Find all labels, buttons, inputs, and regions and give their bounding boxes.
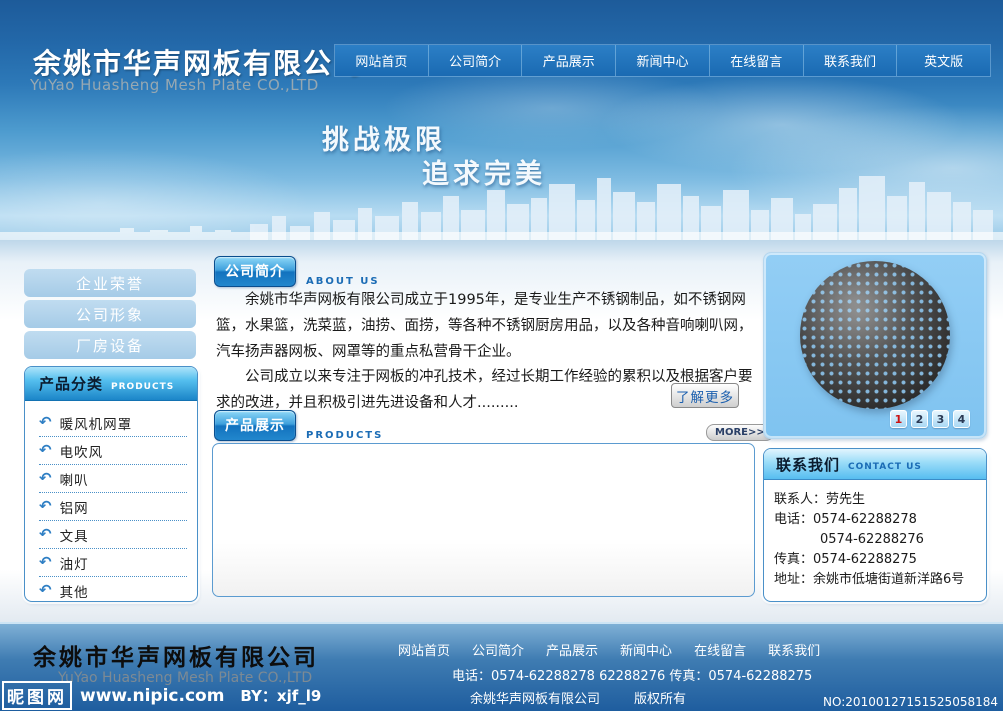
intro-paragraph-1: 余姚市华声网板有限公司成立于1995年，是专业生产不锈钢制品，如不锈钢网篮，水果…: [216, 288, 758, 365]
category-item-hair-dryer[interactable]: ↶ 电吹风: [39, 437, 187, 465]
category-label: 铝网: [60, 497, 89, 517]
contact-details: 联系人：劳先生 电话：0574-62288278 0574-62288276 传…: [764, 480, 986, 590]
nav-item-about[interactable]: 公司简介: [429, 45, 523, 76]
page-button-4[interactable]: 4: [953, 410, 970, 428]
watermark-site-name: 昵图网: [2, 681, 72, 710]
sidebar-item-honors[interactable]: 企业荣誉: [24, 269, 196, 297]
curved-arrow-icon: ↶: [39, 583, 52, 598]
curved-arrow-icon: ↶: [39, 443, 52, 458]
contact-address: 地址：余姚市低塘街道新洋路6号: [774, 570, 978, 590]
contact-phone-2: 0574-62288276: [774, 530, 978, 550]
contact-subtitle: CONTACT US: [848, 462, 922, 472]
watermark-url: www.nipic.com: [80, 686, 224, 706]
category-item-speaker[interactable]: ↶ 喇叭: [39, 465, 187, 493]
nav-item-contact[interactable]: 联系我们: [804, 45, 898, 76]
watermark-serial-number: NO:20100127151525058184: [823, 695, 998, 709]
footer-copyright-name: 余姚华声网板有限公司: [470, 692, 600, 707]
about-title-button[interactable]: 公司简介: [214, 256, 296, 287]
page-button-3[interactable]: 3: [932, 410, 949, 428]
main-content: 企业荣誉 公司形象 厂房设备 产品分类 PRODUCTS ↶ 暖风机网罩 ↶ 电…: [0, 240, 1003, 622]
sidebar-item-factory-equipment[interactable]: 厂房设备: [24, 331, 196, 359]
footer-nav-news[interactable]: 新闻中心: [620, 640, 672, 659]
contact-fax: 传真：0574-62288275: [774, 550, 978, 570]
category-item-aluminum-mesh[interactable]: ↶ 铝网: [39, 493, 187, 521]
contact-title: 联系我们: [776, 454, 840, 475]
product-image-slider: 1 2 3 4: [763, 252, 987, 439]
curved-arrow-icon: ↶: [39, 471, 52, 486]
nav-item-products[interactable]: 产品展示: [522, 45, 616, 76]
watermark-author: BY：xjf_l9: [240, 685, 321, 706]
curved-arrow-icon: ↶: [39, 499, 52, 514]
contact-phone-1: 电话：0574-62288278: [774, 510, 978, 530]
panel-title: 产品分类: [39, 373, 103, 394]
curved-arrow-icon: ↶: [39, 555, 52, 570]
category-label: 其他: [60, 581, 89, 601]
product-category-header: 产品分类 PRODUCTS: [25, 367, 197, 401]
nav-item-english[interactable]: 英文版: [897, 45, 990, 76]
category-item-stationery[interactable]: ↶ 文具: [39, 521, 187, 549]
products-section-header: 产品展示 PRODUCTS: [214, 410, 383, 441]
footer-nav-about[interactable]: 公司简介: [472, 640, 524, 659]
footer-navigation: 网站首页 公司简介 产品展示 新闻中心 在线留言 联系我们: [398, 640, 820, 659]
contact-us-panel: 联系我们 CONTACT US 联系人：劳先生 电话：0574-62288278…: [763, 448, 987, 602]
category-item-oil-lamp[interactable]: ↶ 油灯: [39, 549, 187, 577]
products-title-button[interactable]: 产品展示: [214, 410, 296, 441]
category-label: 油灯: [60, 553, 89, 573]
category-label: 暖风机网罩: [60, 413, 133, 433]
about-subtitle: ABOUT US: [306, 276, 380, 287]
slider-pagination: 1 2 3 4: [890, 410, 970, 428]
footer-nav-contact[interactable]: 联系我们: [768, 640, 820, 659]
product-display-area: [212, 443, 755, 597]
learn-more-button[interactable]: 了解更多: [671, 383, 739, 408]
page-button-1[interactable]: 1: [890, 410, 907, 428]
footer-nav-home[interactable]: 网站首页: [398, 640, 450, 659]
product-category-list: ↶ 暖风机网罩 ↶ 电吹风 ↶ 喇叭 ↶ 铝网 ↶ 文具: [25, 401, 197, 602]
product-image-mesh-dome: [800, 261, 950, 409]
footer-phone-line: 电话：0574-62288278 62288276 传真：0574-622882…: [452, 665, 812, 684]
curved-arrow-icon: ↶: [39, 415, 52, 430]
footer-copyright: 余姚华声网板有限公司 版权所有: [470, 688, 686, 707]
product-category-panel: 产品分类 PRODUCTS ↶ 暖风机网罩 ↶ 电吹风 ↶ 喇叭 ↶: [24, 366, 198, 602]
curved-arrow-icon: ↶: [39, 527, 52, 542]
page: 余姚市华声网板有限公司 YuYao Huasheng Mesh Plate CO…: [0, 0, 1003, 711]
nipic-watermark: 昵图网 www.nipic.com BY：xjf_l9: [2, 681, 321, 710]
category-item-other[interactable]: ↶ 其他: [39, 577, 187, 602]
category-label: 文具: [60, 525, 89, 545]
footer-copyright-text: 版权所有: [634, 692, 686, 707]
sidebar-item-company-image[interactable]: 公司形象: [24, 300, 196, 328]
category-label: 电吹风: [60, 441, 104, 461]
hero-banner: 余姚市华声网板有限公司 YuYao Huasheng Mesh Plate CO…: [0, 0, 1003, 240]
nav-item-message[interactable]: 在线留言: [710, 45, 804, 76]
contact-person: 联系人：劳先生: [774, 490, 978, 510]
footer-nav-message[interactable]: 在线留言: [694, 640, 746, 659]
banner-slogan-line2: 追求完美: [422, 152, 546, 191]
footer-company-name: 余姚市华声网板有限公司: [33, 638, 319, 672]
footer-nav-products[interactable]: 产品展示: [546, 640, 598, 659]
main-navigation: 网站首页 公司简介 产品展示 新闻中心 在线留言 联系我们 英文版: [335, 45, 990, 76]
category-label: 喇叭: [60, 469, 89, 489]
panel-subtitle: PRODUCTS: [111, 382, 174, 392]
contact-panel-header: 联系我们 CONTACT US: [764, 449, 986, 480]
about-section-header: 公司简介 ABOUT US: [214, 256, 380, 287]
nav-item-home[interactable]: 网站首页: [335, 45, 429, 76]
nav-item-news[interactable]: 新闻中心: [616, 45, 710, 76]
company-logo-subtitle: YuYao Huasheng Mesh Plate CO.,LTD: [30, 76, 319, 94]
products-subtitle: PRODUCTS: [306, 430, 383, 441]
category-item-heater-mesh[interactable]: ↶ 暖风机网罩: [39, 409, 187, 437]
footer: 余姚市华声网板有限公司 YuYao Huasheng Mesh Plate CO…: [0, 622, 1003, 711]
page-button-2[interactable]: 2: [911, 410, 928, 428]
